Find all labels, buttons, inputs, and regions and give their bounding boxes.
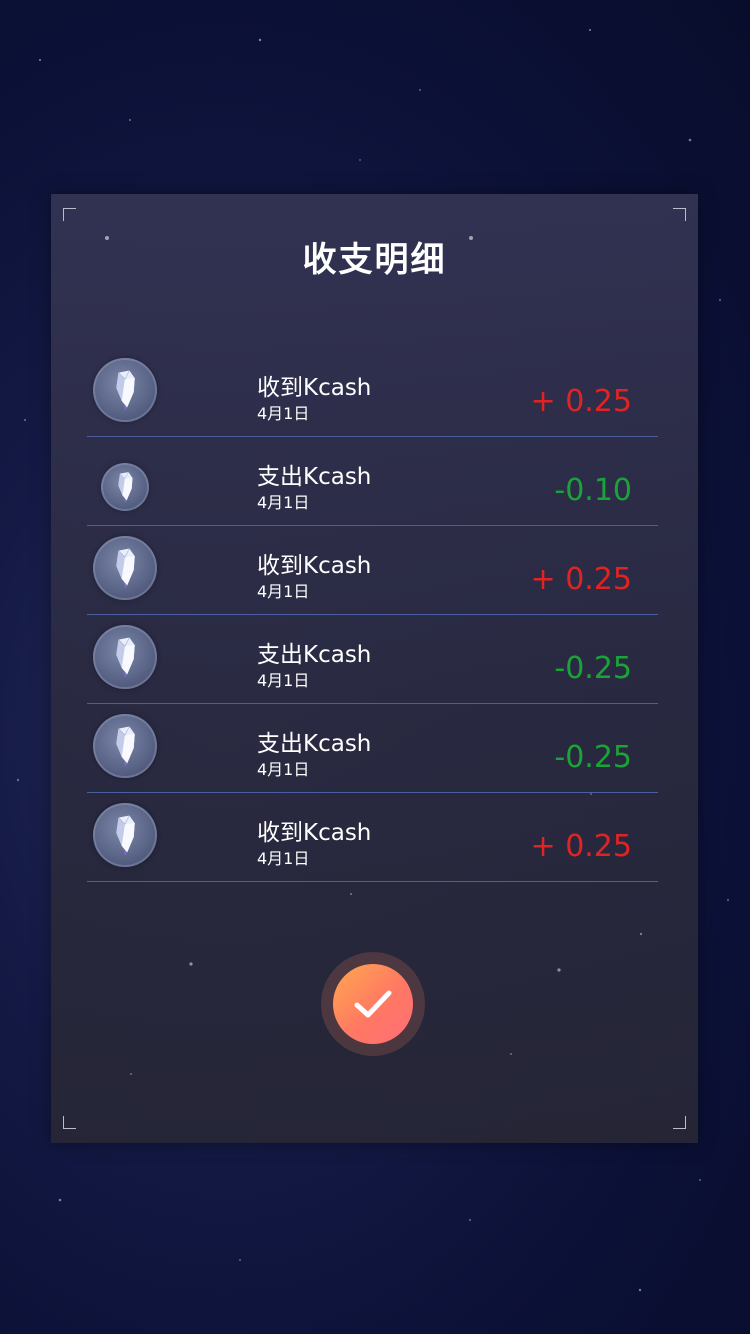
- transaction-name: 收到Kcash: [257, 553, 372, 579]
- transaction-name: 支出Kcash: [257, 731, 372, 757]
- transaction-amount: + 0.25: [530, 562, 632, 597]
- transaction-row: 收到Kcash 4月1日 + 0.25: [87, 348, 658, 437]
- transaction-name: 支出Kcash: [257, 642, 372, 668]
- transaction-date: 4月1日: [257, 404, 310, 423]
- crystal-icon: [116, 726, 135, 767]
- crystal-avatar: [93, 803, 157, 867]
- transaction-row: 支出Kcash 4月1日 -0.25: [87, 704, 658, 793]
- corner-bracket-bottom-right: [673, 1116, 686, 1129]
- crystal-avatar: [101, 463, 149, 511]
- transaction-name: 收到Kcash: [257, 820, 372, 846]
- crystal-icon: [118, 471, 133, 503]
- transaction-details-dialog: 收支明细 收到Kcash 4月1日 + 0.25 支出Kcash 4月1日 -0…: [51, 194, 698, 1143]
- transaction-date: 4月1日: [257, 849, 310, 868]
- transaction-amount: + 0.25: [530, 384, 632, 419]
- transaction-row: 支出Kcash 4月1日 -0.25: [87, 615, 658, 704]
- confirm-button[interactable]: [333, 964, 413, 1044]
- crystal-icon: [116, 548, 135, 589]
- corner-bracket-top-left: [63, 208, 76, 221]
- crystal-icon: [116, 637, 135, 678]
- transaction-row: 支出Kcash 4月1日 -0.10: [87, 437, 658, 526]
- transaction-list: 收到Kcash 4月1日 + 0.25 支出Kcash 4月1日 -0.10 收…: [87, 348, 658, 882]
- transaction-row: 收到Kcash 4月1日 + 0.25: [87, 793, 658, 882]
- crystal-icon: [116, 370, 135, 411]
- crystal-avatar: [93, 625, 157, 689]
- crystal-avatar: [93, 714, 157, 778]
- transaction-amount: + 0.25: [530, 829, 632, 864]
- check-icon: [354, 990, 392, 1018]
- transaction-date: 4月1日: [257, 582, 310, 601]
- transaction-date: 4月1日: [257, 493, 310, 512]
- transaction-name: 支出Kcash: [257, 464, 372, 490]
- transaction-name: 收到Kcash: [257, 375, 372, 401]
- transaction-amount: -0.25: [554, 740, 632, 775]
- transaction-amount: -0.10: [554, 473, 632, 508]
- corner-bracket-bottom-left: [63, 1116, 76, 1129]
- dialog-title: 收支明细: [302, 240, 447, 280]
- transaction-date: 4月1日: [257, 671, 310, 690]
- crystal-avatar: [93, 536, 157, 600]
- crystal-avatar: [93, 358, 157, 422]
- confirm-button-halo: [321, 952, 425, 1056]
- transaction-row: 收到Kcash 4月1日 + 0.25: [87, 526, 658, 615]
- crystal-icon: [116, 815, 135, 856]
- corner-bracket-top-right: [673, 208, 686, 221]
- transaction-amount: -0.25: [554, 651, 632, 686]
- transaction-date: 4月1日: [257, 760, 310, 779]
